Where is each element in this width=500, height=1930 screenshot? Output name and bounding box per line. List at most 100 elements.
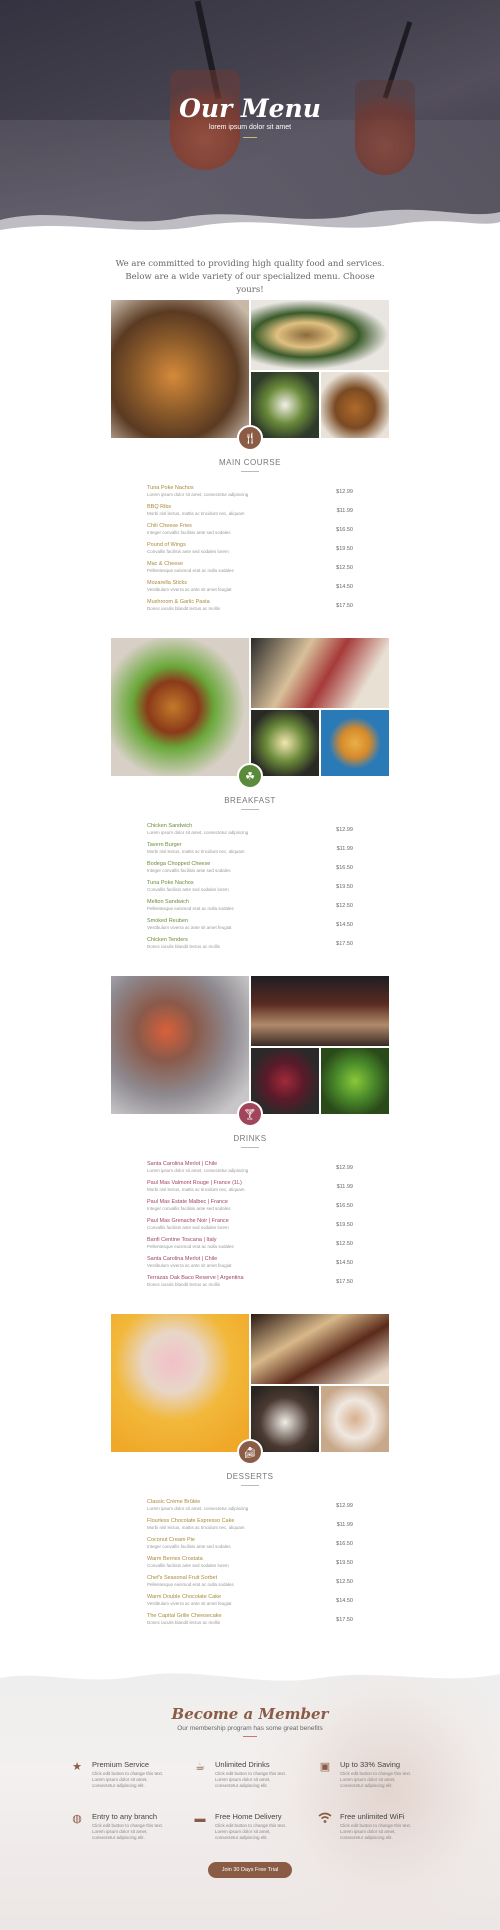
menu-item: Warm Double Chocolate Cake Vestibulum viv… <box>147 1594 353 1613</box>
menu-item-name[interactable]: Warm Double Chocolate Cake <box>147 1594 221 1600</box>
menu-item-description: Vestibulum viverra ac ante sit amet feug… <box>147 1263 232 1268</box>
menu-item-name[interactable]: Santa Carolina Merlot | Chile <box>147 1256 217 1262</box>
menu-item-description: Donec iaculis blandit lectus ac mollis <box>147 1620 221 1625</box>
feature-home-delivery: ▬ Free Home Delivery Click edit button t… <box>193 1812 313 1852</box>
menu-item-name[interactable]: Tuna Poke Nachos <box>147 880 194 886</box>
menu-item: Banfi Centine Toscana | Italy Pellentesqu… <box>147 1237 353 1256</box>
truck-icon: ▬ <box>194 1813 206 1825</box>
menu-item-description: Lorem ipsum dolor sit amet, consectetur … <box>147 1168 249 1173</box>
menu-item-price: $17.50 <box>336 941 353 947</box>
menu-item-name[interactable]: Mushroom & Garlic Pasta <box>147 599 210 605</box>
menu-item: Mushroom & Garlic Pasta Donec iaculis bla… <box>147 599 353 618</box>
menu-section-breakfast: ☘ BREAKFAST Chicken Sandwich Lorem ipsum … <box>111 638 389 949</box>
menu-item-price: $14.50 <box>336 1260 353 1266</box>
menu-item: Warm Berries Crostata Convallis facilisis… <box>147 1556 353 1575</box>
wifi-icon <box>318 1812 332 1826</box>
menu-item-name[interactable]: Santa Carolina Merlot | Chile <box>147 1161 217 1167</box>
menu-item: Paul Mas Estate Malbec | France Integer c… <box>147 1199 353 1218</box>
feature-title: Premium Service <box>92 1760 150 1769</box>
menu-item-name[interactable]: BBQ Ribs <box>147 504 171 510</box>
menu-item-name[interactable]: Chicken Sandwich <box>147 823 192 829</box>
menu-item-price: $12.99 <box>336 489 353 495</box>
menu-item-description: Integer convallis facilisis ante sed sod… <box>147 1544 231 1549</box>
menu-item: Chili Cheese Fries Integer convallis faci… <box>147 523 353 542</box>
photo-fries <box>321 710 389 776</box>
menu-item-price: $14.50 <box>336 922 353 928</box>
menu-item-price: $11.99 <box>336 846 353 852</box>
menu-item-name[interactable]: Paul Mas Grenache Noir | France <box>147 1218 229 1224</box>
menu-item: Terrazas Oak Baco Reserve | Argentina Don… <box>147 1275 353 1294</box>
menu-item-name[interactable]: Chicken Tenders <box>147 937 188 943</box>
photo-egg-toast <box>251 710 319 776</box>
menu-item-price: $16.50 <box>336 527 353 533</box>
menu-list: Tuna Poke Nachos Lorem ipsum dolor sit am… <box>147 485 353 618</box>
menu-item: Paul Mas Valmont Rouge | France (1L) Morb… <box>147 1180 353 1199</box>
menu-item-description: Convallis facilisis ante sed sodales lor… <box>147 1225 229 1230</box>
menu-item-description: Morbi nisl lectus, mattis ac tincidunt n… <box>147 849 245 854</box>
feature-title: Entry to any branch <box>92 1812 158 1821</box>
menu-item-name[interactable]: Tuna Poke Nachos <box>147 485 194 491</box>
feature-description: Click edit button to change this text. L… <box>92 1823 164 1840</box>
menu-item: Classic Crème Brûlée Lorem ipsum dolor si… <box>147 1499 353 1518</box>
menu-item-price: $12.50 <box>336 903 353 909</box>
membership-section: Become a Member Our membership program h… <box>0 1665 500 1930</box>
menu-item-name[interactable]: Pound of Wings <box>147 542 186 548</box>
photo-dessert-bowl <box>321 1386 389 1452</box>
menu-item-name[interactable]: Coconut Cream Pie <box>147 1537 195 1543</box>
section-divider <box>241 809 259 810</box>
menu-item-name[interactable]: Paul Mas Valmont Rouge | France (1L) <box>147 1180 242 1186</box>
menu-item-price: $19.50 <box>336 884 353 890</box>
menu-item-description: Convallis facilisis ante sed sodales lor… <box>147 549 229 554</box>
coffee-cup-icon: ☕︎ <box>195 1761 205 1773</box>
menu-item: Mozarella Sticks Vestibulum viverra ac an… <box>147 580 353 599</box>
menu-item: Mac & Cheese Pellentesque euismod erat ac… <box>147 561 353 580</box>
feature-description: Click edit button to change this text. L… <box>340 1771 412 1788</box>
page-subtitle: lorem ipsum dolor sit amet <box>208 124 292 131</box>
section-badge: ☘ <box>237 763 263 789</box>
menu-item-price: $19.50 <box>336 1222 353 1228</box>
menu-item-name[interactable]: Tavern Burger <box>147 842 182 848</box>
menu-item-name[interactable]: Paul Mas Estate Malbec | France <box>147 1199 228 1205</box>
page-title: Our Menu <box>179 94 321 123</box>
menu-item-name[interactable]: The Capital Grille Cheesecake <box>147 1613 222 1619</box>
menu-item-description: Pellentesque euismod erat ac nulla sodal… <box>147 568 234 573</box>
money-icon: ▣ <box>319 1761 331 1773</box>
membership-subtitle: Our membership program has some great be… <box>177 1725 323 1732</box>
menu-list: Classic Crème Brûlée Lorem ipsum dolor si… <box>147 1499 353 1632</box>
menu-item-name[interactable]: Melton Sandwich <box>147 899 189 905</box>
menu-item-price: $19.50 <box>336 1560 353 1566</box>
menu-item-name[interactable]: Classic Crème Brûlée <box>147 1499 200 1505</box>
menu-item-name[interactable]: Warm Berries Crostata <box>147 1556 203 1562</box>
feature-description: Click edit button to change this text. L… <box>340 1823 412 1840</box>
feature-premium-service: ★ Premium Service Click edit button to c… <box>70 1760 190 1800</box>
membership-wave-divider <box>0 1665 500 1681</box>
menu-item: The Capital Grille Cheesecake Donec iacul… <box>147 1613 353 1632</box>
menu-item-name[interactable]: Chef's Seasonal Fruit Sorbet <box>147 1575 217 1581</box>
menu-item-name[interactable]: Terrazas Oak Baco Reserve | Argentina <box>147 1275 244 1281</box>
menu-item-description: Lorem ipsum dolor sit amet, consectetur … <box>147 1506 249 1511</box>
menu-item-name[interactable]: Banfi Centine Toscana | Italy <box>147 1237 217 1243</box>
menu-item-name[interactable]: Flourless Chocolate Espresso Cake <box>147 1518 234 1524</box>
menu-item-description: Lorem ipsum dolor sit amet, consectetur … <box>147 492 249 497</box>
menu-item-name[interactable]: Bodega Chopped Cheese <box>147 861 210 867</box>
photo-egg-dish <box>251 372 319 438</box>
membership-title: Become a Member <box>171 1705 329 1723</box>
menu-item-price: $11.99 <box>336 1522 353 1528</box>
menu-section-main-course: 🍴︎ MAIN COURSE Tuna Poke Nachos Lorem ips… <box>111 300 389 611</box>
menu-item-description: Pellentesque euismod erat ac nulla sodal… <box>147 906 234 911</box>
menu-item-price: $17.50 <box>336 1617 353 1623</box>
photo-cocktails <box>111 976 249 1114</box>
menu-item: Santa Carolina Merlot | Chile Lorem ipsum… <box>147 1161 353 1180</box>
join-free-trial-button[interactable]: Join 30 Days Free Trial <box>208 1862 292 1878</box>
menu-item-name[interactable]: Mac & Cheese <box>147 561 183 567</box>
photo-grid: 🍰︎ <box>111 1314 389 1465</box>
menu-item-name[interactable]: Mozarella Sticks <box>147 580 187 586</box>
menu-item-price: $16.50 <box>336 1203 353 1209</box>
menu-item: Chef's Seasonal Fruit Sorbet Pellentesque… <box>147 1575 353 1594</box>
photo-red-drinks <box>251 1048 319 1114</box>
section-badge: 🍸︎ <box>237 1101 263 1127</box>
menu-item-price: $14.50 <box>336 584 353 590</box>
feature-unlimited-drinks: ☕︎ Unlimited Drinks Click edit button to… <box>193 1760 313 1800</box>
menu-item-name[interactable]: Smoked Reuben <box>147 918 188 924</box>
menu-item-name[interactable]: Chili Cheese Fries <box>147 523 192 529</box>
